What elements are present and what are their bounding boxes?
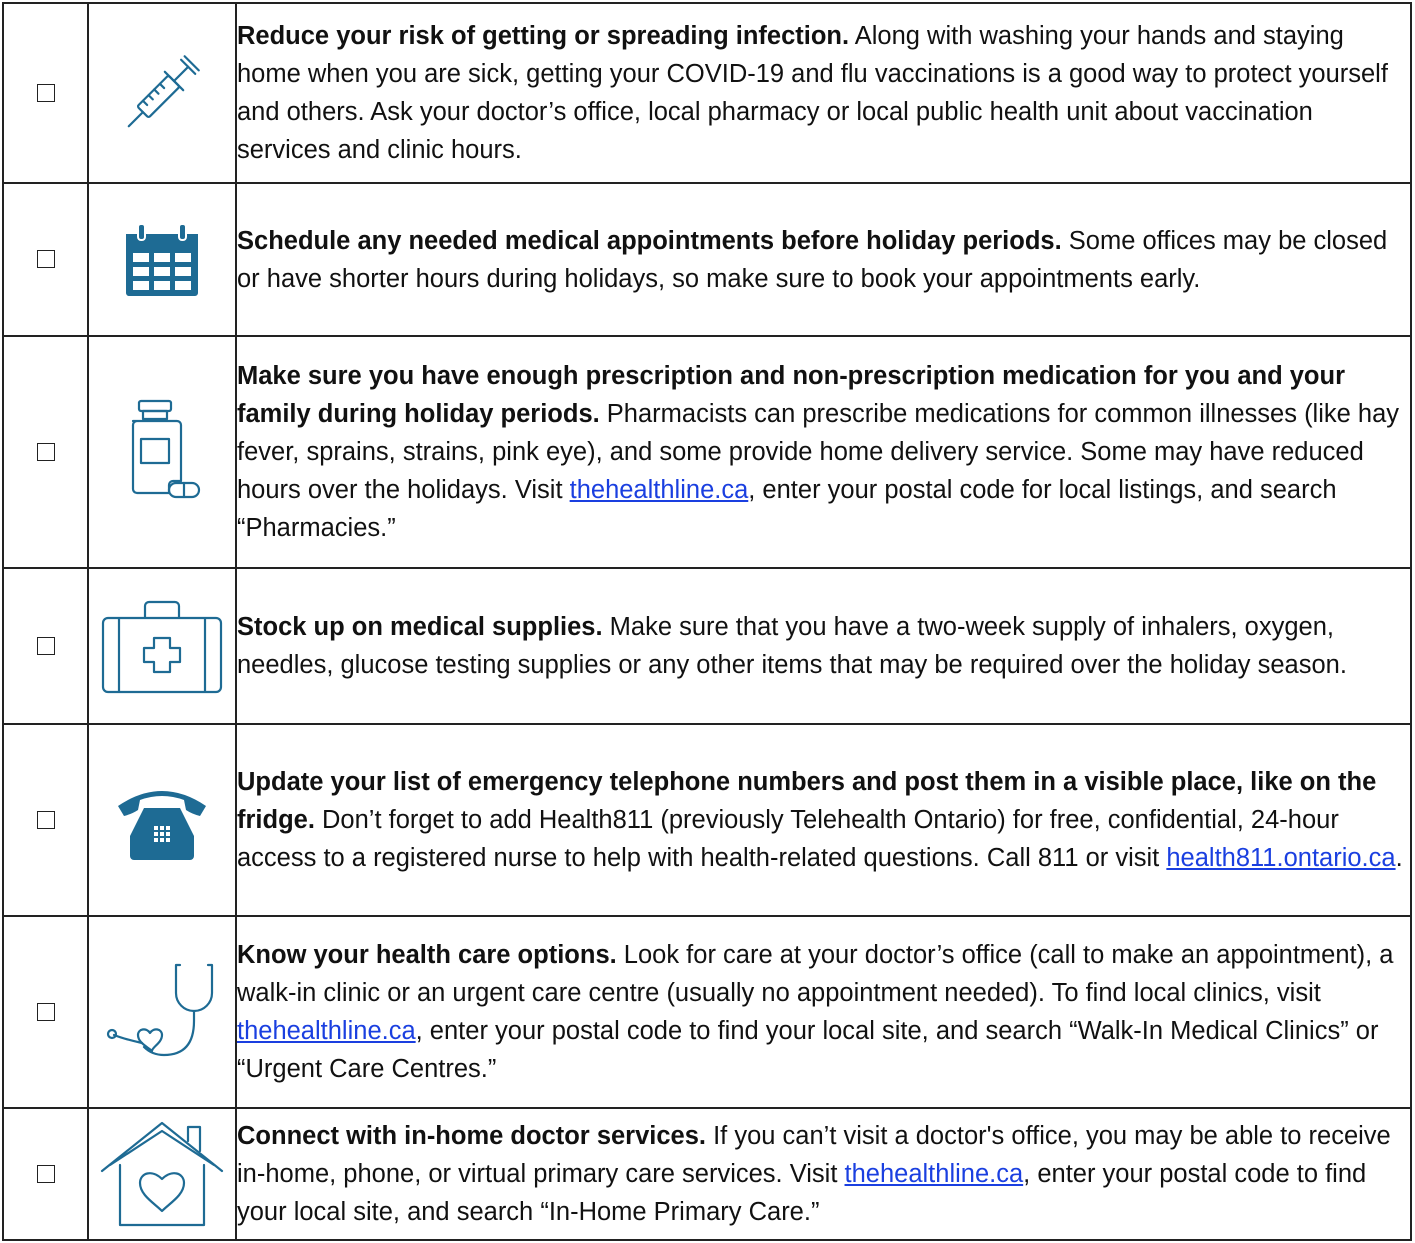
thehealthline-link[interactable]: thehealthline.ca (845, 1160, 1024, 1188)
checkbox[interactable] (36, 636, 55, 655)
syringe-icon (127, 55, 200, 128)
stethoscope-icon (106, 963, 214, 1057)
item-text: Schedule any needed medical appointments… (235, 182, 1412, 337)
item-heading: Schedule any needed medical appointments… (237, 226, 1062, 255)
item-text: Update your list of emergency telephone … (235, 723, 1412, 917)
checklist-row: Connect with in-home doctor services. If… (2, 1107, 1412, 1241)
checkbox[interactable] (36, 810, 55, 829)
checkbox[interactable] (36, 1164, 55, 1183)
item-heading: Know your health care options. (237, 941, 617, 969)
item-text: Stock up on medical supplies. Make sure … (235, 567, 1412, 725)
first-aid-kit-icon (101, 600, 223, 694)
item-text: Make sure you have enough prescription a… (235, 335, 1412, 569)
checklist-table: Reduce your risk of getting or spreading… (2, 2, 1412, 1241)
thehealthline-link[interactable]: thehealthline.ca (237, 1017, 416, 1045)
item-heading: Connect with in-home doctor services. (237, 1122, 706, 1150)
checkbox[interactable] (36, 83, 55, 102)
telephone-icon (118, 791, 206, 860)
checkbox[interactable] (36, 1002, 55, 1021)
health811-link[interactable]: health811.ontario.ca (1166, 844, 1395, 872)
item-text: Reduce your risk of getting or spreading… (235, 2, 1412, 184)
item-body-continued: . (1395, 844, 1403, 872)
item-heading: Stock up on medical supplies. (237, 613, 603, 641)
checklist-row: Reduce your risk of getting or spreading… (2, 2, 1412, 184)
checklist-row: Update your list of emergency telephone … (2, 723, 1412, 917)
item-text: Know your health care options. Look for … (235, 915, 1412, 1109)
checklist-row: Know your health care options. Look for … (2, 915, 1412, 1109)
medication-bottle-icon (131, 399, 201, 499)
checklist-row: Make sure you have enough prescription a… (2, 335, 1412, 569)
checklist-row: Stock up on medical supplies. Make sure … (2, 567, 1412, 725)
checklist-row: Schedule any needed medical appointments… (2, 182, 1412, 337)
checkbox[interactable] (36, 442, 55, 461)
item-heading: Reduce your risk of getting or spreading… (237, 22, 850, 50)
item-text: Connect with in-home doctor services. If… (235, 1107, 1412, 1241)
thehealthline-link[interactable]: thehealthline.ca (570, 476, 749, 504)
calendar-icon (126, 222, 198, 296)
checkbox[interactable] (36, 250, 55, 269)
house-heart-icon (100, 1121, 224, 1227)
